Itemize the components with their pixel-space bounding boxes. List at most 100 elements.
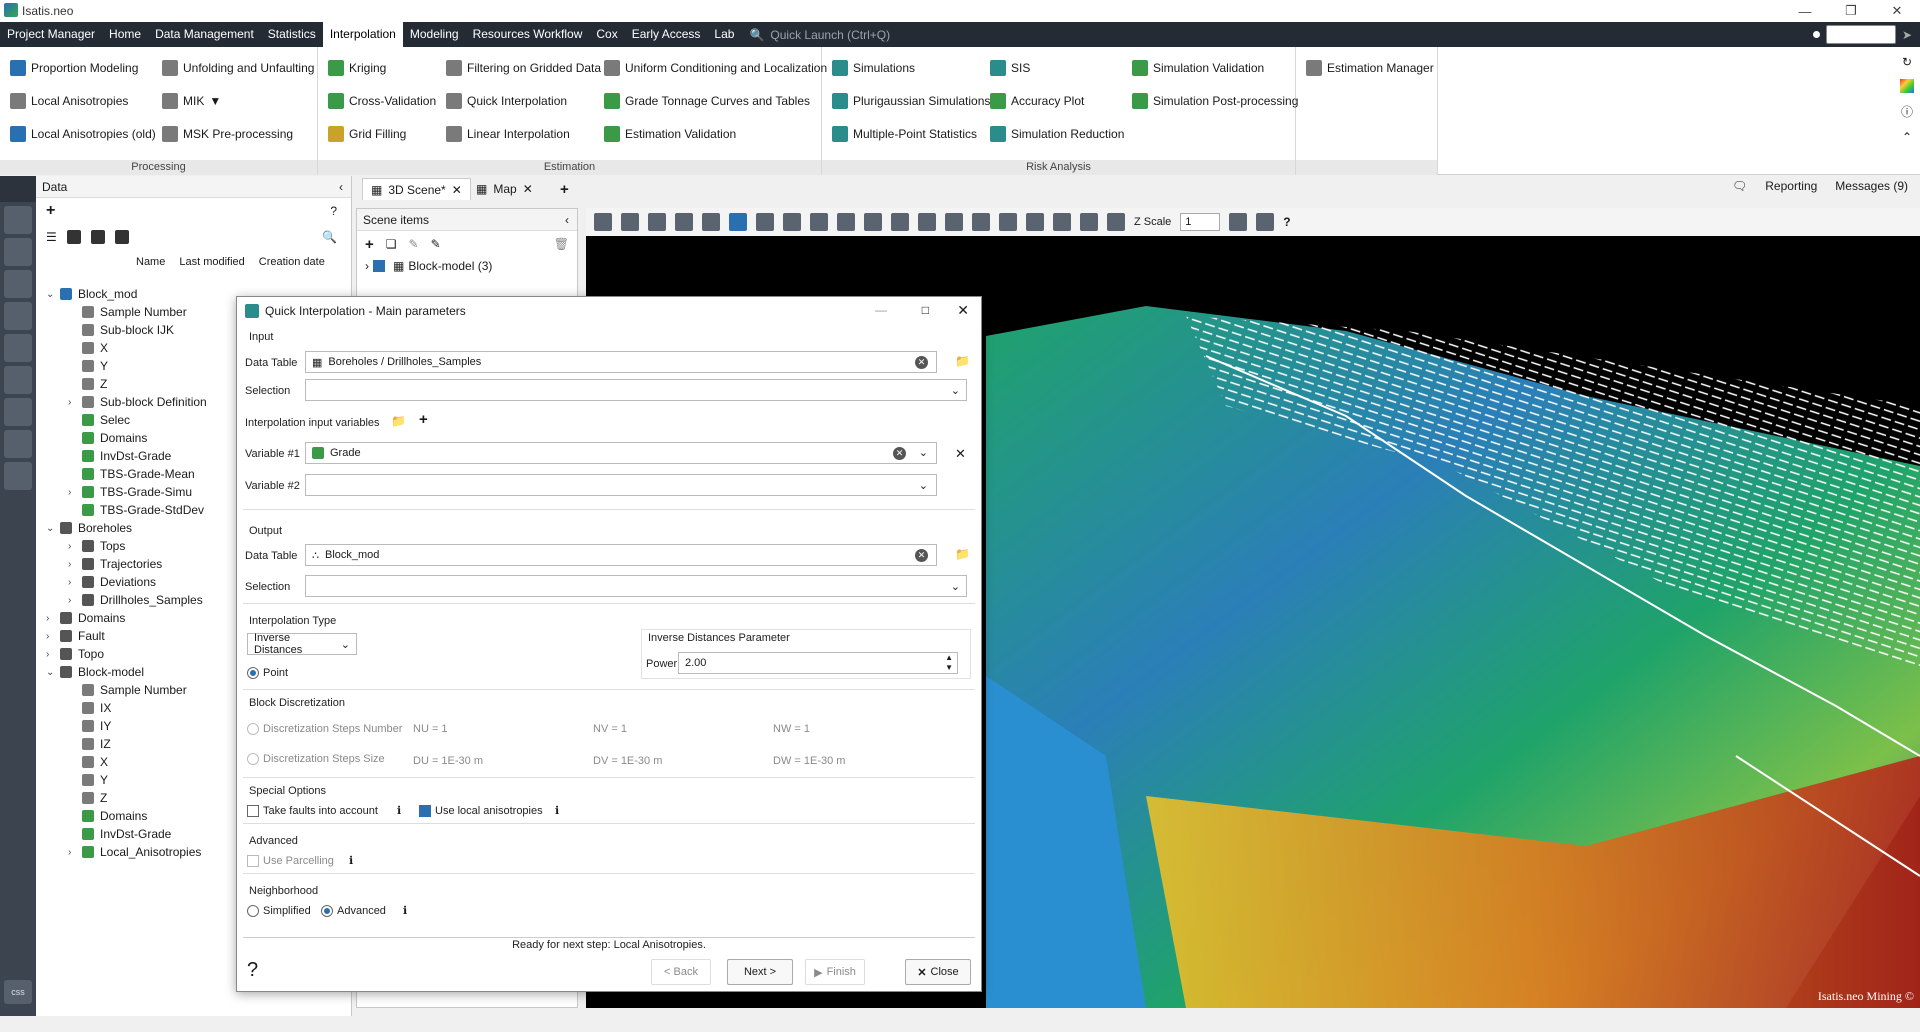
ribbon-proportion-modeling[interactable]: Proportion Modeling [10,57,138,79]
collapsed-chevron-icon[interactable]: › [68,595,82,606]
input-data-table-field[interactable]: ▦ Boreholes / Drillholes_Samples ✕ [305,351,937,373]
reporting-button[interactable]: Reporting [1765,179,1817,193]
menu-project-manager[interactable]: Project Manager [0,22,102,47]
output-data-table-field[interactable]: ∴ Block_mod ✕ [305,544,937,566]
point-radio[interactable]: Point [247,667,288,680]
chat-icon[interactable]: 🗨 [1732,179,1747,193]
interp-type-combo[interactable]: Inverse Distances ⌄ [247,632,357,656]
expand-icon[interactable]: › [365,259,369,273]
advanced-radio-indicator[interactable] [321,905,333,918]
dialog-minimize-icon[interactable]: — [875,303,887,317]
profile-icon[interactable] [810,213,828,231]
add-multiple-icon[interactable]: ❏ [386,237,397,251]
add-tab-button[interactable]: + [552,178,577,200]
menu-modeling[interactable]: Modeling [403,22,466,47]
ribbon-grid-filling[interactable]: Grid Filling [328,123,406,145]
info-anisotropies-icon[interactable]: ℹ [555,804,559,817]
ribbon-local-anisotropies-old[interactable]: Local Anisotropies (old) [10,123,156,145]
dialog-close-icon[interactable]: ✕ [957,302,969,319]
menu-statistics[interactable]: Statistics [261,22,323,47]
ribbon-local-anisotropies[interactable]: Local Anisotropies [10,90,128,112]
ribbon-estimation-manager[interactable]: Estimation Manager [1306,57,1434,79]
tool-a-icon[interactable] [1026,213,1044,231]
cube-icon[interactable] [1107,213,1125,231]
ribbon-simulation-validation[interactable]: Simulation Validation [1132,57,1264,79]
edit-icon[interactable]: ✎ [409,237,419,251]
strip-tool-7-icon[interactable] [4,398,32,426]
back-button[interactable]: < Back [651,959,711,985]
filter-2-icon[interactable] [90,230,105,244]
menu-cox[interactable]: Cox [589,22,624,47]
strip-tool-6-icon[interactable] [4,366,32,394]
css-icon[interactable]: css [4,980,32,1004]
restore-icon[interactable]: ❐ [1828,0,1874,22]
zscale-input[interactable]: 1 [1180,213,1221,231]
collapsed-chevron-icon[interactable]: › [68,541,82,552]
folder-icon[interactable]: 📁 [955,354,970,368]
simplified-radio[interactable]: Simplified [247,905,311,918]
tab-3d-scene[interactable]: ▦ 3D Scene* ✕ [362,178,471,200]
menu-lab[interactable]: Lab [707,22,741,47]
strip-tool-8-icon[interactable] [4,430,32,458]
simplified-radio-indicator[interactable] [247,905,259,918]
refresh-icon[interactable]: ↻ [1902,55,1912,69]
collapse-scene-icon[interactable]: ‹ [565,209,569,230]
cursor-probe-icon[interactable] [675,213,693,231]
draw-icon[interactable] [972,213,990,231]
collapsed-chevron-icon[interactable]: › [68,847,82,858]
expanded-chevron-icon[interactable]: ⌄ [46,523,60,534]
clear-icon[interactable]: ✕ [915,549,928,562]
strip-tool-2-icon[interactable] [4,238,32,266]
home-icon[interactable] [0,176,36,202]
collapsed-chevron-icon[interactable]: › [46,631,60,642]
filter-1-icon[interactable] [66,230,81,244]
help-icon[interactable]: ? [330,204,337,218]
save-icon[interactable] [621,213,639,231]
tool-b-icon[interactable] [1053,213,1071,231]
clip-icon[interactable] [918,213,936,231]
minimize-icon[interactable]: — [1782,0,1828,22]
search-data-icon[interactable]: 🔍 [322,230,337,244]
dialog-help-icon[interactable]: ? [247,959,258,982]
collapsed-chevron-icon[interactable]: › [68,559,82,570]
ribbon-plurigaussian[interactable]: Plurigaussian Simulations [832,90,990,112]
input-selection-combo[interactable]: ⌄ [305,379,967,401]
folder-output-icon[interactable]: 📁 [955,547,970,561]
frame-icon[interactable] [837,213,855,231]
add-icon[interactable]: + [46,202,55,220]
tool-c-icon[interactable] [1080,213,1098,231]
use-local-anisotropies-box[interactable] [419,805,431,818]
send-icon[interactable]: ➤ [1902,28,1912,42]
ribbon-estimation-validation[interactable]: Estimation Validation [604,123,736,145]
ribbon-multiple-point-statistics[interactable]: Multiple-Point Statistics [832,123,977,145]
ribbon-simulation-reduction[interactable]: Simulation Reduction [990,123,1124,145]
add-item-icon[interactable]: + [365,236,374,253]
clear-var1-icon[interactable]: ✕ [893,447,906,460]
column-name[interactable]: Name [136,256,165,268]
scene-item-block-model[interactable]: › ▦ Block-model (3) [357,257,577,275]
info-parcelling-icon[interactable]: ℹ [349,854,353,867]
collapsed-chevron-icon[interactable]: › [68,397,82,408]
ribbon-mik[interactable]: MIK ▼ [162,90,221,112]
ribbon-grade-tonnage[interactable]: Grade Tonnage Curves and Tables [604,90,810,112]
collapse-left-icon[interactable]: ‹ [339,176,343,197]
close-tab-icon[interactable]: ✕ [523,182,533,196]
list-icon[interactable]: ☰ [46,230,57,244]
collapsed-chevron-icon[interactable]: › [68,487,82,498]
ribbon-uniform-conditioning[interactable]: Uniform Conditioning and Localization [604,57,827,79]
ribbon-unfolding[interactable]: Unfolding and Unfaulting [162,57,314,79]
ribbon-cross-validation[interactable]: Cross-Validation [328,90,436,112]
collapse-ribbon-icon[interactable]: ⌃ [1902,130,1912,144]
close-button[interactable]: ✕ Close [905,959,971,985]
column-creation-date[interactable]: Creation date [259,256,325,268]
output-selection-combo[interactable]: ⌄ [305,575,967,597]
menu-interpolation[interactable]: Interpolation [322,22,403,47]
settings-icon[interactable] [702,213,720,231]
dialog-maximize-icon[interactable]: □ [922,303,929,317]
finish-button[interactable]: ▶ Finish [805,959,865,985]
help-3d-icon[interactable]: ? [1283,215,1290,229]
take-faults-checkbox[interactable]: Take faults into account [247,805,378,818]
grid-icon[interactable] [891,213,909,231]
filter-3-icon[interactable] [114,230,129,244]
ribbon-linear-interpolation[interactable]: Linear Interpolation [446,123,570,145]
